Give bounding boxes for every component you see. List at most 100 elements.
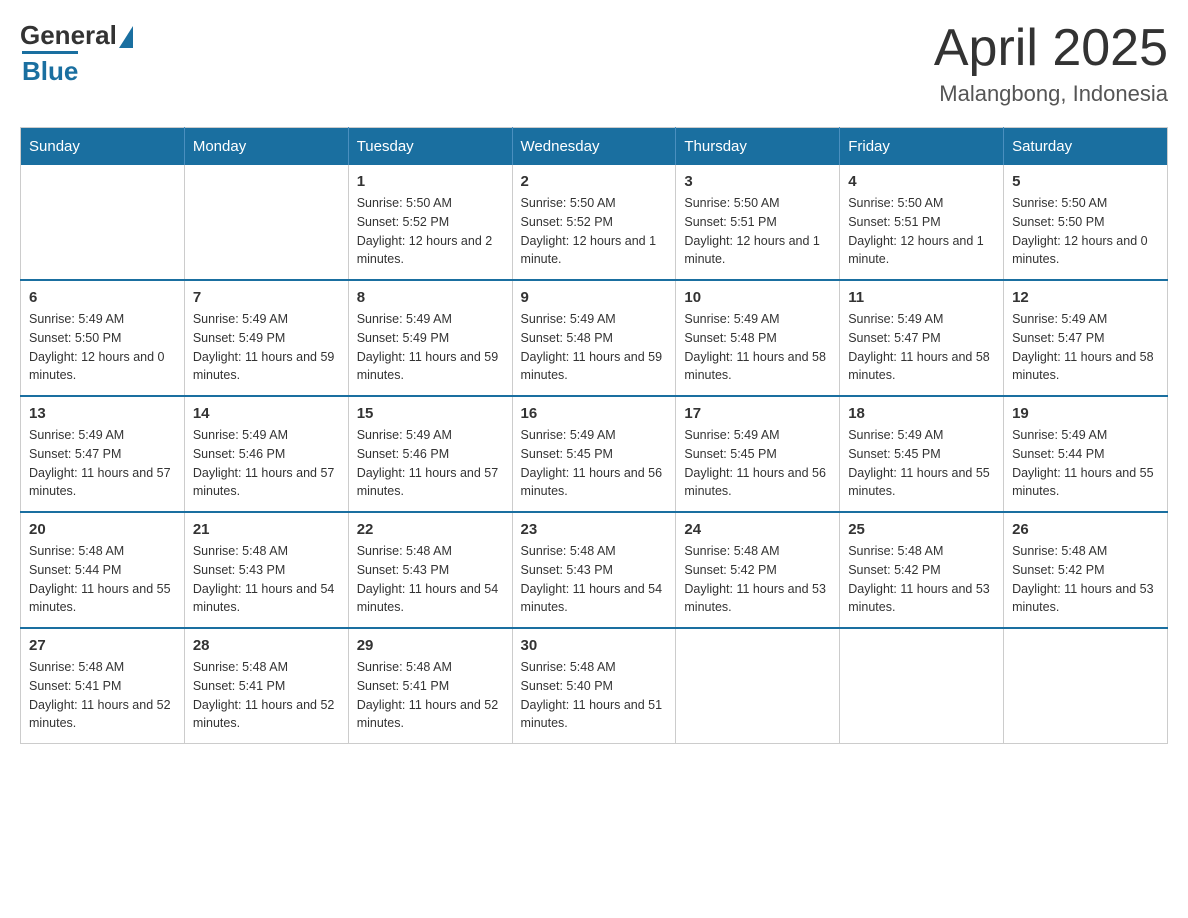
header-monday: Monday — [184, 128, 348, 166]
table-row: 3 Sunrise: 5:50 AM Sunset: 5:51 PM Daylig… — [676, 165, 840, 280]
table-row: 23 Sunrise: 5:48 AM Sunset: 5:43 PM Dayli… — [512, 512, 676, 628]
table-row: 28 Sunrise: 5:48 AM Sunset: 5:41 PM Dayli… — [184, 628, 348, 744]
day-info: Sunrise: 5:49 AM Sunset: 5:47 PM Dayligh… — [848, 310, 995, 385]
title-block: April 2025 Malangbong, Indonesia — [934, 20, 1168, 107]
day-number: 9 — [521, 289, 668, 306]
header-sunday: Sunday — [21, 128, 185, 166]
day-number: 29 — [357, 637, 504, 654]
day-info: Sunrise: 5:49 AM Sunset: 5:48 PM Dayligh… — [684, 310, 831, 385]
table-row: 8 Sunrise: 5:49 AM Sunset: 5:49 PM Daylig… — [348, 280, 512, 396]
table-row: 6Sunrise: 5:49 AM Sunset: 5:50 PM Daylig… — [21, 280, 185, 396]
table-row: 11Sunrise: 5:49 AM Sunset: 5:47 PM Dayli… — [840, 280, 1004, 396]
day-info: Sunrise: 5:50 AM Sunset: 5:51 PM Dayligh… — [684, 194, 831, 269]
day-number: 26 — [1012, 521, 1159, 538]
day-info: Sunrise: 5:50 AM Sunset: 5:50 PM Dayligh… — [1012, 194, 1159, 269]
day-info: Sunrise: 5:49 AM Sunset: 5:47 PM Dayligh… — [1012, 310, 1159, 385]
day-info: Sunrise: 5:48 AM Sunset: 5:41 PM Dayligh… — [193, 658, 340, 733]
day-number: 30 — [521, 637, 668, 654]
day-number: 5 — [1012, 173, 1159, 190]
header-thursday: Thursday — [676, 128, 840, 166]
day-number: 28 — [193, 637, 340, 654]
table-row: 5 Sunrise: 5:50 AM Sunset: 5:50 PM Daylig… — [1004, 165, 1168, 280]
day-number: 13 — [29, 405, 176, 422]
day-info: Sunrise: 5:49 AM Sunset: 5:49 PM Dayligh… — [357, 310, 504, 385]
day-number: 1 — [357, 173, 504, 190]
header-saturday: Saturday — [1004, 128, 1168, 166]
table-row: 30Sunrise: 5:48 AM Sunset: 5:40 PM Dayli… — [512, 628, 676, 744]
table-row: 19Sunrise: 5:49 AM Sunset: 5:44 PM Dayli… — [1004, 396, 1168, 512]
header-wednesday: Wednesday — [512, 128, 676, 166]
table-row: 1 Sunrise: 5:50 AM Sunset: 5:52 PM Daylig… — [348, 165, 512, 280]
table-row: 24 Sunrise: 5:48 AM Sunset: 5:42 PM Dayli… — [676, 512, 840, 628]
table-row: 25 Sunrise: 5:48 AM Sunset: 5:42 PM Dayli… — [840, 512, 1004, 628]
day-number: 14 — [193, 405, 340, 422]
header-friday: Friday — [840, 128, 1004, 166]
table-row — [676, 628, 840, 744]
table-row: 12 Sunrise: 5:49 AM Sunset: 5:47 PM Dayli… — [1004, 280, 1168, 396]
calendar-week-row: 1 Sunrise: 5:50 AM Sunset: 5:52 PM Daylig… — [21, 165, 1168, 280]
table-row: 16 Sunrise: 5:49 AM Sunset: 5:45 PM Dayli… — [512, 396, 676, 512]
table-row: 20 Sunrise: 5:48 AM Sunset: 5:44 PM Dayli… — [21, 512, 185, 628]
day-number: 8 — [357, 289, 504, 306]
day-number: 15 — [357, 405, 504, 422]
day-info: Sunrise: 5:48 AM Sunset: 5:41 PM Dayligh… — [357, 658, 504, 733]
day-info: Sunrise: 5:49 AM Sunset: 5:46 PM Dayligh… — [193, 426, 340, 501]
day-number: 2 — [521, 173, 668, 190]
table-row: 2 Sunrise: 5:50 AM Sunset: 5:52 PM Daylig… — [512, 165, 676, 280]
day-info: Sunrise: 5:48 AM Sunset: 5:43 PM Dayligh… — [357, 542, 504, 617]
table-row: 17Sunrise: 5:49 AM Sunset: 5:45 PM Dayli… — [676, 396, 840, 512]
table-row: 15 Sunrise: 5:49 AM Sunset: 5:46 PM Dayli… — [348, 396, 512, 512]
day-info: Sunrise: 5:49 AM Sunset: 5:44 PM Dayligh… — [1012, 426, 1159, 501]
day-info: Sunrise: 5:49 AM Sunset: 5:48 PM Dayligh… — [521, 310, 668, 385]
day-number: 25 — [848, 521, 995, 538]
day-info: Sunrise: 5:48 AM Sunset: 5:42 PM Dayligh… — [1012, 542, 1159, 617]
day-info: Sunrise: 5:50 AM Sunset: 5:52 PM Dayligh… — [521, 194, 668, 269]
logo: General Blue — [20, 20, 133, 87]
day-info: Sunrise: 5:49 AM Sunset: 5:50 PM Dayligh… — [29, 310, 176, 385]
calendar-week-row: 6Sunrise: 5:49 AM Sunset: 5:50 PM Daylig… — [21, 280, 1168, 396]
table-row — [1004, 628, 1168, 744]
day-info: Sunrise: 5:49 AM Sunset: 5:45 PM Dayligh… — [848, 426, 995, 501]
table-row — [21, 165, 185, 280]
day-info: Sunrise: 5:48 AM Sunset: 5:42 PM Dayligh… — [684, 542, 831, 617]
calendar-week-row: 13 Sunrise: 5:49 AM Sunset: 5:47 PM Dayli… — [21, 396, 1168, 512]
table-row: 26 Sunrise: 5:48 AM Sunset: 5:42 PM Dayli… — [1004, 512, 1168, 628]
day-info: Sunrise: 5:48 AM Sunset: 5:43 PM Dayligh… — [193, 542, 340, 617]
day-number: 24 — [684, 521, 831, 538]
table-row: 10 Sunrise: 5:49 AM Sunset: 5:48 PM Dayli… — [676, 280, 840, 396]
day-number: 23 — [521, 521, 668, 538]
day-number: 17 — [684, 405, 831, 422]
day-info: Sunrise: 5:48 AM Sunset: 5:43 PM Dayligh… — [521, 542, 668, 617]
day-info: Sunrise: 5:49 AM Sunset: 5:45 PM Dayligh… — [521, 426, 668, 501]
calendar-week-row: 27Sunrise: 5:48 AM Sunset: 5:41 PM Dayli… — [21, 628, 1168, 744]
calendar-header-row: Sunday Monday Tuesday Wednesday Thursday… — [21, 128, 1168, 166]
day-info: Sunrise: 5:49 AM Sunset: 5:47 PM Dayligh… — [29, 426, 176, 501]
table-row: 22Sunrise: 5:48 AM Sunset: 5:43 PM Dayli… — [348, 512, 512, 628]
day-number: 20 — [29, 521, 176, 538]
table-row — [184, 165, 348, 280]
day-number: 16 — [521, 405, 668, 422]
day-info: Sunrise: 5:50 AM Sunset: 5:51 PM Dayligh… — [848, 194, 995, 269]
day-number: 4 — [848, 173, 995, 190]
table-row: 21 Sunrise: 5:48 AM Sunset: 5:43 PM Dayli… — [184, 512, 348, 628]
day-number: 7 — [193, 289, 340, 306]
calendar-week-row: 20 Sunrise: 5:48 AM Sunset: 5:44 PM Dayli… — [21, 512, 1168, 628]
day-number: 12 — [1012, 289, 1159, 306]
day-info: Sunrise: 5:49 AM Sunset: 5:46 PM Dayligh… — [357, 426, 504, 501]
table-row: 7Sunrise: 5:49 AM Sunset: 5:49 PM Daylig… — [184, 280, 348, 396]
day-number: 3 — [684, 173, 831, 190]
day-number: 21 — [193, 521, 340, 538]
table-row: 27Sunrise: 5:48 AM Sunset: 5:41 PM Dayli… — [21, 628, 185, 744]
day-number: 18 — [848, 405, 995, 422]
day-info: Sunrise: 5:48 AM Sunset: 5:44 PM Dayligh… — [29, 542, 176, 617]
page-header: General Blue April 2025 Malangbong, Indo… — [20, 20, 1168, 107]
day-number: 10 — [684, 289, 831, 306]
table-row: 18 Sunrise: 5:49 AM Sunset: 5:45 PM Dayli… — [840, 396, 1004, 512]
day-info: Sunrise: 5:48 AM Sunset: 5:42 PM Dayligh… — [848, 542, 995, 617]
logo-blue-text: Blue — [22, 51, 78, 87]
logo-triangle-icon — [119, 26, 133, 48]
day-info: Sunrise: 5:50 AM Sunset: 5:52 PM Dayligh… — [357, 194, 504, 269]
logo-general-text: General — [20, 20, 117, 51]
header-tuesday: Tuesday — [348, 128, 512, 166]
calendar-location: Malangbong, Indonesia — [934, 81, 1168, 107]
